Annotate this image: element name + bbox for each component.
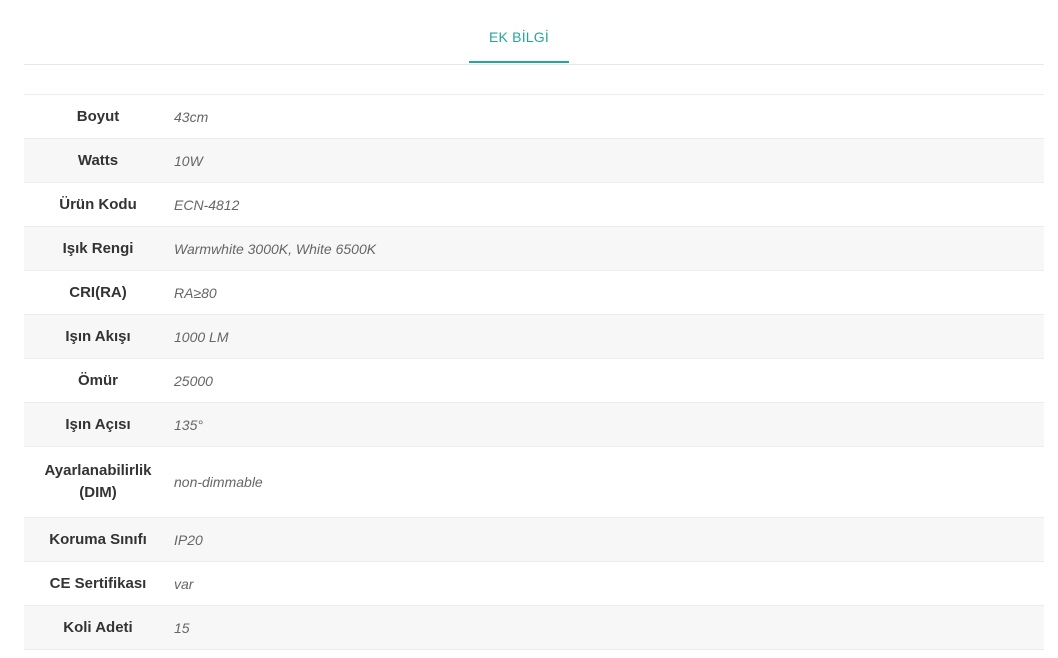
spec-value: 1000 LM	[172, 314, 1044, 359]
table-row: CE Sertifikası var	[24, 561, 1044, 606]
table-row: Ömür 25000	[24, 358, 1044, 403]
specs-table: Boyut 43cm Watts 10W Ürün Kodu ECN-4812 …	[24, 94, 1044, 650]
table-row: Boyut 43cm	[24, 94, 1044, 139]
spec-label: Işık Rengi	[24, 226, 172, 271]
spec-value: 15	[172, 605, 1044, 650]
spec-label: Watts	[24, 138, 172, 183]
spec-label: Koruma Sınıfı	[24, 517, 172, 562]
spec-label: CE Sertifikası	[24, 561, 172, 606]
spec-label: Ürün Kodu	[24, 182, 172, 227]
spec-label: Boyut	[24, 94, 172, 139]
spec-value: var	[172, 561, 1044, 606]
tab-ek-bilgi[interactable]: EK BİLGİ	[469, 0, 569, 63]
spec-value: 43cm	[172, 94, 1044, 139]
spec-label: Ömür	[24, 358, 172, 403]
spec-label: Işın Açısı	[24, 402, 172, 447]
spec-label: Koli Adeti	[24, 605, 172, 650]
spec-value: IP20	[172, 517, 1044, 562]
table-row: Işın Akışı 1000 LM	[24, 314, 1044, 359]
spec-label: CRI(RA)	[24, 270, 172, 315]
table-row: Işık Rengi Warmwhite 3000K, White 6500K	[24, 226, 1044, 271]
table-row: CRI(RA) RA≥80	[24, 270, 1044, 315]
table-row: Watts 10W	[24, 138, 1044, 183]
table-row: Ayarlanabilirlik (DIM) non-dimmable	[24, 446, 1044, 518]
spec-label: Işın Akışı	[24, 314, 172, 359]
spec-value: RA≥80	[172, 270, 1044, 315]
spec-value: 135°	[172, 402, 1044, 447]
spec-value: 25000	[172, 358, 1044, 403]
spec-label: Ayarlanabilirlik (DIM)	[24, 446, 172, 518]
spec-value: Warmwhite 3000K, White 6500K	[172, 226, 1044, 271]
tabs-bar: EK BİLGİ	[24, 0, 1044, 65]
table-row: Ürün Kodu ECN-4812	[24, 182, 1044, 227]
table-row: Koruma Sınıfı IP20	[24, 517, 1044, 562]
table-row: Koli Adeti 15	[24, 605, 1044, 650]
spec-value: 10W	[172, 138, 1044, 183]
spec-value: ECN-4812	[172, 182, 1044, 227]
spec-value: non-dimmable	[172, 446, 1044, 518]
table-row: Işın Açısı 135°	[24, 402, 1044, 447]
